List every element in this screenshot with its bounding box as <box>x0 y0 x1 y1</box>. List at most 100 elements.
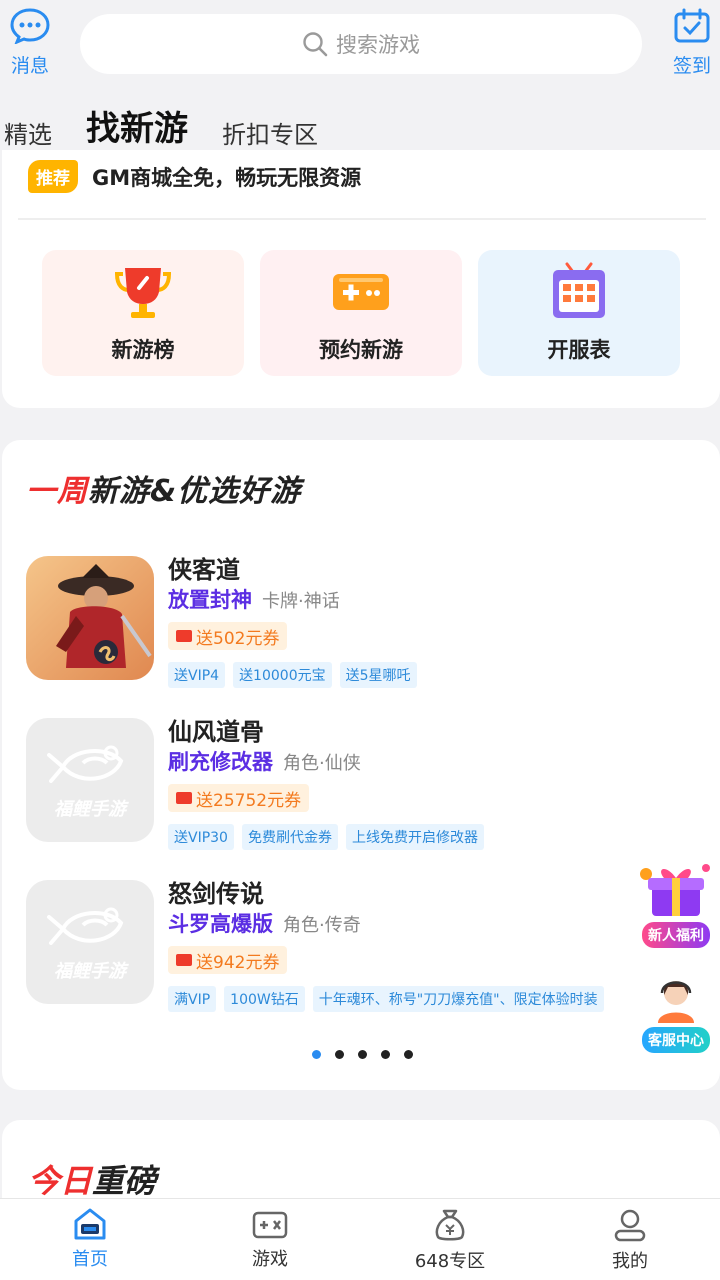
gift-box-icon <box>640 864 710 916</box>
entry-reserve-new-games[interactable]: 预约新游 <box>260 250 462 376</box>
game-name: 侠客道 <box>168 556 240 584</box>
carousel-dots <box>312 1050 413 1059</box>
nav-label: 游戏 <box>252 1249 288 1270</box>
nav-label: 648专区 <box>414 1251 486 1272</box>
section-title: 一周新游&优选好游 <box>26 466 301 510</box>
tab-discount-zone[interactable]: 折扣专区 <box>222 115 318 150</box>
coupon-text: 送942元券 <box>196 952 280 973</box>
customer-service-label: 客服中心 <box>642 1027 710 1053</box>
game-info: 仙风道骨 刷充修改器 角色·仙侠 送25752元券 送VIP30 免费刷代金券 … <box>168 712 484 850</box>
search-placeholder: 搜索游戏 <box>336 33 420 57</box>
money-bag-icon <box>435 1209 465 1241</box>
game-tag: 满VIP <box>168 986 217 1012</box>
section-title: 今日重磅 <box>28 1156 156 1202</box>
sign-in-label: 签到 <box>672 55 711 77</box>
tab-new-games[interactable]: 找新游 <box>86 101 188 150</box>
ticket-icon <box>176 630 192 642</box>
home-icon <box>74 1208 106 1240</box>
carousel-dot-active[interactable] <box>312 1050 321 1059</box>
quick-entries: 新游榜 预约新游 开服表 <box>42 250 680 376</box>
carousel-dot[interactable] <box>404 1050 413 1059</box>
carousel-dot[interactable] <box>335 1050 344 1059</box>
game-tag: 送VIP30 <box>168 824 234 850</box>
nav-648-zone[interactable]: 648专区 <box>360 1199 540 1280</box>
ticket-icon <box>176 954 192 966</box>
game-tag: 免费刷代金券 <box>241 824 338 850</box>
recommend-badge: 推荐 <box>28 160 78 193</box>
game-controller-icon <box>252 1211 288 1239</box>
nav-label: 首页 <box>72 1249 108 1270</box>
game-tags: 送VIP4 送10000元宝 送5星哪吒 <box>168 662 417 688</box>
game-tag: 上线免费开启修改器 <box>345 824 484 850</box>
calendar-tv-icon <box>553 262 605 318</box>
game-cover-art <box>26 556 154 680</box>
newbie-gift-label: 新人福利 <box>642 922 710 948</box>
game-name: 仙风道骨 <box>168 718 264 746</box>
game-item[interactable]: 福鲤手游 仙风道骨 刷充修改器 角色·仙侠 送25752元券 送VIP30 免费… <box>26 712 646 874</box>
recommend-text: GM商城全免，畅玩无限资源 <box>92 165 362 190</box>
nav-profile[interactable]: 我的 <box>540 1199 720 1280</box>
game-tag: 100W钻石 <box>224 986 305 1012</box>
search-input[interactable]: 搜索游戏 <box>80 14 642 74</box>
game-thumbnail <box>26 556 154 680</box>
game-tags: 送VIP30 免费刷代金券 上线免费开启修改器 <box>168 824 484 850</box>
sign-in-button[interactable]: 签到 <box>662 8 720 78</box>
chat-bubble-icon <box>10 8 50 45</box>
weekly-new-games-card: 一周新游&优选好游 侠客道 放置封神 卡牌·神话 送502元券 送VIP4 送1… <box>2 440 720 1090</box>
entry-label: 预约新游 <box>319 338 403 362</box>
game-tag: 十年魂环、称号"刀刀爆充值"、限定体验时装 <box>312 986 604 1012</box>
gamepad-icon <box>333 274 389 310</box>
game-tag: 送VIP4 <box>168 662 226 688</box>
entry-new-game-ranking[interactable]: 新游榜 <box>42 250 244 376</box>
game-genre: 卡牌·神话 <box>262 591 340 612</box>
customer-service-agent-icon <box>658 981 694 1023</box>
game-info: 怒剑传说 斗罗高爆版 角色·传奇 送942元券 满VIP 100W钻石 十年魂环… <box>168 874 604 1012</box>
section-title-highlight: 今日 <box>28 1162 93 1200</box>
top-tabs: 精选 找新游 折扣专区 <box>0 98 352 150</box>
messages-label: 消息 <box>10 55 49 77</box>
game-genre: 角色·传奇 <box>283 915 361 936</box>
game-thumbnail-placeholder: 福鲤手游 <box>26 880 154 1004</box>
customer-service-float-button[interactable]: 客服中心 <box>632 975 720 1053</box>
entry-label: 开服表 <box>547 338 611 362</box>
coupon-badge: 送942元券 <box>168 946 288 974</box>
carousel-dot[interactable] <box>381 1050 390 1059</box>
recommend-banner[interactable]: 推荐 GM商城全免，畅玩无限资源 <box>28 160 361 193</box>
section-title-highlight: 一周 <box>26 474 88 509</box>
fish-logo-icon <box>47 907 124 945</box>
bottom-navigation: 首页 游戏 648专区 我的 <box>0 1198 720 1280</box>
section-title-rest: 新游&优选好游 <box>88 474 302 509</box>
coupon-text: 送25752元券 <box>196 790 302 811</box>
game-list: 侠客道 放置封神 卡牌·神话 送502元券 送VIP4 送10000元宝 送5星… <box>26 550 646 1036</box>
trophy-icon <box>114 268 172 318</box>
game-genre: 角色·仙侠 <box>283 753 361 774</box>
ticket-icon <box>176 792 192 804</box>
section-title-rest: 重磅 <box>92 1162 157 1200</box>
placeholder-logo-text: 福鲤手游 <box>54 799 126 820</box>
coupon-badge: 送502元券 <box>168 622 288 650</box>
game-name: 怒剑传说 <box>168 880 264 908</box>
quick-entry-card: 推荐 GM商城全免，畅玩无限资源 新游榜 预约新游 开服表 <box>2 150 720 408</box>
nav-label: 我的 <box>612 1251 648 1272</box>
game-item[interactable]: 福鲤手游 怒剑传说 斗罗高爆版 角色·传奇 送942元券 满VIP 100W钻石… <box>26 874 646 1036</box>
game-tags: 满VIP 100W钻石 十年魂环、称号"刀刀爆充值"、限定体验时装 <box>168 986 604 1012</box>
placeholder-logo-text: 福鲤手游 <box>54 961 126 982</box>
coupon-text: 送502元券 <box>196 628 280 649</box>
game-feature: 刷充修改器 <box>168 750 273 774</box>
game-thumbnail-placeholder: 福鲤手游 <box>26 718 154 842</box>
messages-button[interactable]: 消息 <box>0 8 60 78</box>
game-tag: 送5星哪吒 <box>339 662 417 688</box>
divider <box>18 218 706 220</box>
carousel-dot[interactable] <box>358 1050 367 1059</box>
search-icon <box>303 32 328 57</box>
game-item[interactable]: 侠客道 放置封神 卡牌·神话 送502元券 送VIP4 送10000元宝 送5星… <box>26 550 646 712</box>
entry-server-schedule[interactable]: 开服表 <box>478 250 680 376</box>
nav-home[interactable]: 首页 <box>0 1199 180 1280</box>
fish-logo-icon <box>47 745 124 783</box>
game-feature: 放置封神 <box>168 588 252 612</box>
tab-featured[interactable]: 精选 <box>4 115 52 150</box>
newbie-gift-float-button[interactable]: 新人福利 <box>632 860 720 948</box>
nav-games[interactable]: 游戏 <box>180 1199 360 1280</box>
user-icon <box>614 1209 646 1242</box>
calendar-check-icon <box>674 8 710 43</box>
